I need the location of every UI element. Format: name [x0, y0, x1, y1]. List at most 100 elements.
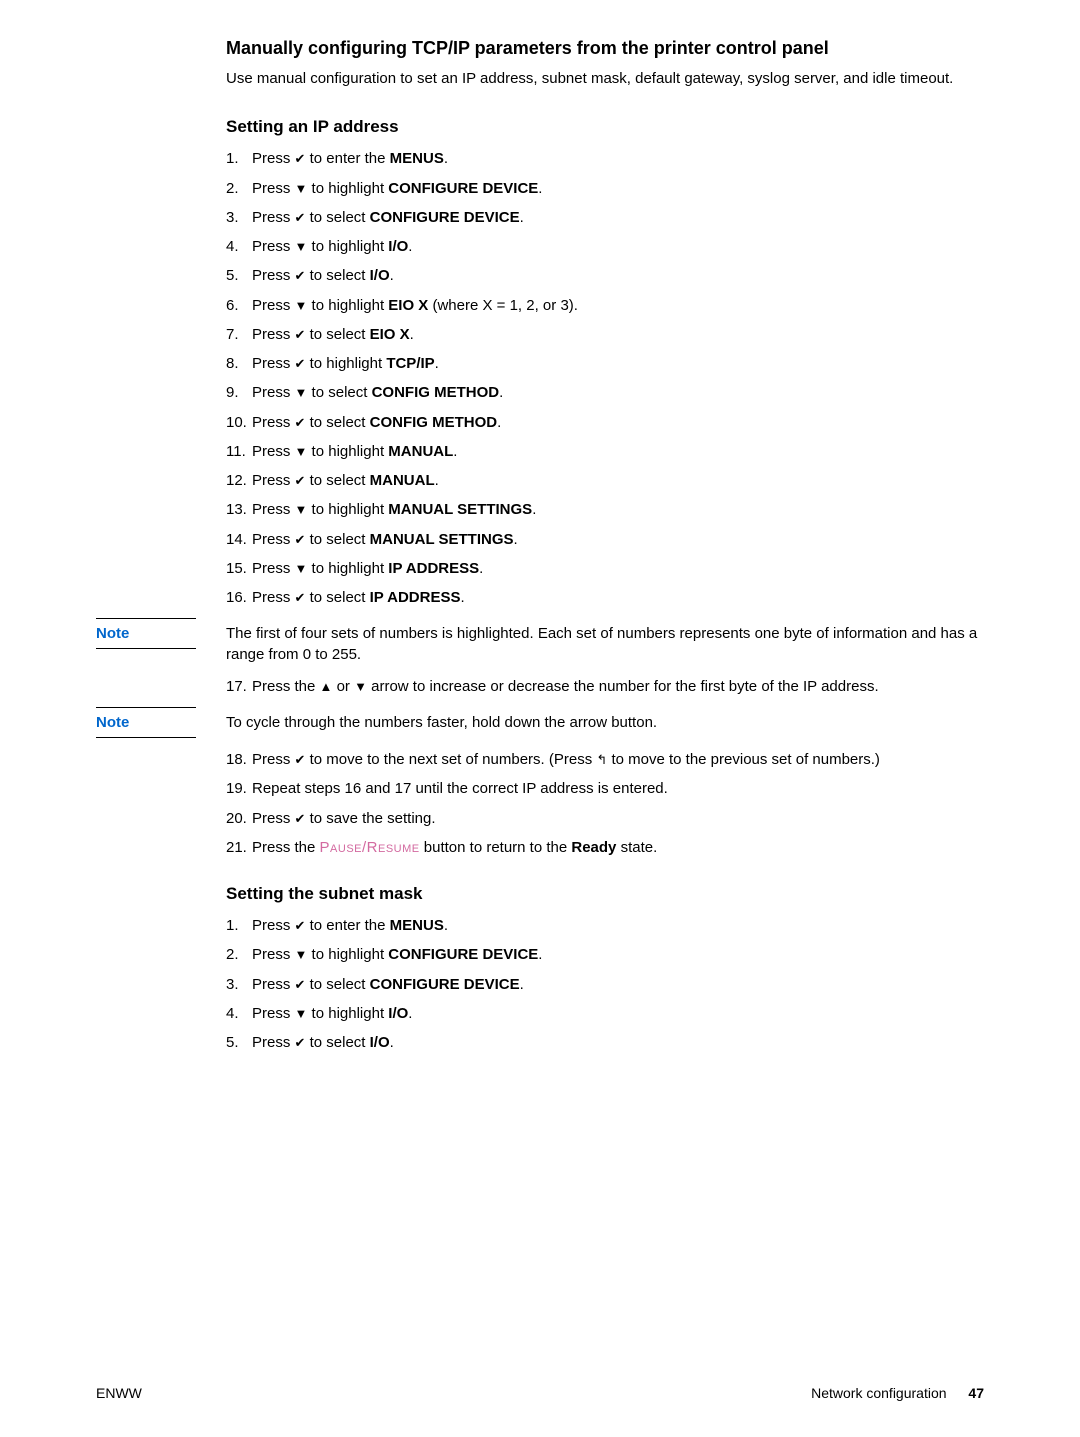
step-text-tail: . [499, 384, 503, 401]
step-text-pre: Press [252, 238, 295, 255]
subsection-subnet-heading: Setting the subnet mask [226, 884, 984, 904]
step-number: 3. [226, 208, 239, 228]
step-bold-term: I/O [388, 1005, 408, 1022]
step-item: 21.Press the Pause/Resume button to retu… [226, 838, 984, 858]
down-arrow-icon: ▼ [295, 561, 308, 576]
step-text-post: to select [305, 1034, 369, 1051]
step-number: 5. [226, 266, 239, 286]
step-text-post: to enter the [305, 150, 389, 167]
check-icon: ✔ [295, 210, 306, 225]
down-arrow-icon: ▼ [295, 444, 308, 459]
step-item: 9.Press ▼ to select CONFIG METHOD. [226, 383, 984, 403]
page: Manually configuring TCP/IP parameters f… [0, 0, 1080, 1437]
check-icon: ✔ [295, 151, 306, 166]
footer-right: Network configuration 47 [811, 1385, 984, 1401]
back-icon: ↰ [596, 752, 607, 767]
check-icon: ✔ [295, 415, 306, 430]
step-number: 9. [226, 383, 239, 403]
step-text-pre: Press [252, 1034, 295, 1051]
step-text-tail: (where X = 1, 2, or 3). [428, 297, 578, 314]
step-text-tail: . [453, 443, 457, 460]
footer-left: ENWW [96, 1385, 142, 1401]
step-text-post: arrow to increase or decrease the number… [367, 678, 879, 695]
note-row-2: Note To cycle through the numbers faster… [96, 707, 984, 738]
check-icon: ✔ [295, 590, 306, 605]
step-number: 5. [226, 1033, 239, 1053]
step-bold-term: CONFIGURE DEVICE [370, 976, 520, 993]
step-text-post: to highlight [307, 501, 388, 518]
step-bold-term: MENUS [390, 917, 444, 934]
step-item: 11.Press ▼ to highlight MANUAL. [226, 442, 984, 462]
note-label: Note [96, 618, 196, 649]
step-text-pre: Press [252, 472, 295, 489]
step-text-post: to select [305, 472, 369, 489]
step-number: 16. [226, 588, 247, 608]
step-bold-term: MANUAL [388, 443, 453, 460]
step-text-tail: . [538, 946, 542, 963]
step-text-pre: Press [252, 384, 295, 401]
step-bold-term: IP ADDRESS [370, 589, 461, 606]
step-text-post: to highlight [307, 443, 388, 460]
step-text-pre: Press [252, 917, 295, 934]
down-arrow-icon: ▼ [354, 679, 367, 694]
step-number: 17. [226, 677, 247, 697]
step-number: 3. [226, 975, 239, 995]
down-arrow-icon: ▼ [295, 1006, 308, 1021]
note-body-1: The first of four sets of numbers is hig… [226, 618, 984, 665]
step-item: 7.Press ✔ to select EIO X. [226, 325, 984, 345]
step-number: 18. [226, 750, 247, 770]
step-text-tail: . [390, 267, 394, 284]
step-item: 12.Press ✔ to select MANUAL. [226, 471, 984, 491]
step-number: 1. [226, 149, 239, 169]
step-text-tail: . [435, 472, 439, 489]
step-text-pre: Press [252, 355, 295, 372]
step-number: 6. [226, 296, 239, 316]
step-text-post: to select [305, 976, 369, 993]
step-text-post: to highlight [307, 297, 388, 314]
step-text-tail: . [479, 560, 483, 577]
step-number: 1. [226, 916, 239, 936]
note-label: Note [96, 707, 196, 738]
steps-list-c: 1.Press ✔ to enter the MENUS.2.Press ▼ t… [226, 916, 984, 1053]
step-text-post: to save the setting. [305, 810, 435, 827]
step-17-list: 17. Press the ▲ or ▼ arrow to increase o… [226, 677, 984, 697]
subsection-ip-heading: Setting an IP address [226, 117, 984, 137]
step-bold-term: CONFIG METHOD [370, 414, 498, 431]
note-label-wrap: Note [96, 707, 226, 738]
step-number: 15. [226, 559, 247, 579]
step-number: 8. [226, 354, 239, 374]
step-text-pre: Press [252, 150, 295, 167]
step-number: 2. [226, 179, 239, 199]
check-icon: ✔ [295, 918, 306, 933]
step-text-pre: Press [252, 297, 295, 314]
step-bold-term: MANUAL SETTINGS [388, 501, 532, 518]
step-bold-term: I/O [388, 238, 408, 255]
step-text-tail: . [520, 976, 524, 993]
step-text-post: to move to the next set of numbers. (Pre… [305, 751, 596, 768]
step-item: 2.Press ▼ to highlight CONFIGURE DEVICE. [226, 945, 984, 965]
up-arrow-icon: ▲ [320, 679, 333, 694]
main-content: Manually configuring TCP/IP parameters f… [226, 38, 984, 608]
step-item: 5.Press ✔ to select I/O. [226, 1033, 984, 1053]
check-icon: ✔ [295, 1035, 306, 1050]
step-text-tail: . [408, 238, 412, 255]
step-text-post: to highlight [307, 238, 388, 255]
step-item: 2.Press ▼ to highlight CONFIGURE DEVICE. [226, 179, 984, 199]
step-bold-term: CONFIG METHOD [372, 384, 500, 401]
step-number: 21. [226, 838, 247, 858]
step-text-tail: to move to the previous set of numbers.) [607, 751, 880, 768]
step-text-post: to highlight [307, 180, 388, 197]
step-text-pre: Press [252, 589, 295, 606]
step-item: 1.Press ✔ to enter the MENUS. [226, 149, 984, 169]
step-bold-term: MANUAL [370, 472, 435, 489]
step-text-tail: . [514, 531, 518, 548]
check-icon: ✔ [295, 752, 306, 767]
step-item: 15.Press ▼ to highlight IP ADDRESS. [226, 559, 984, 579]
step-text-post: to select [305, 326, 369, 343]
step-bold-term: I/O [370, 267, 390, 284]
steps-list-b: 18.Press ✔ to move to the next set of nu… [226, 750, 984, 858]
step-number: 4. [226, 237, 239, 257]
step-item: 10.Press ✔ to select CONFIG METHOD. [226, 413, 984, 433]
step-text-post: to select [307, 384, 371, 401]
step-text-tail: . [408, 1005, 412, 1022]
